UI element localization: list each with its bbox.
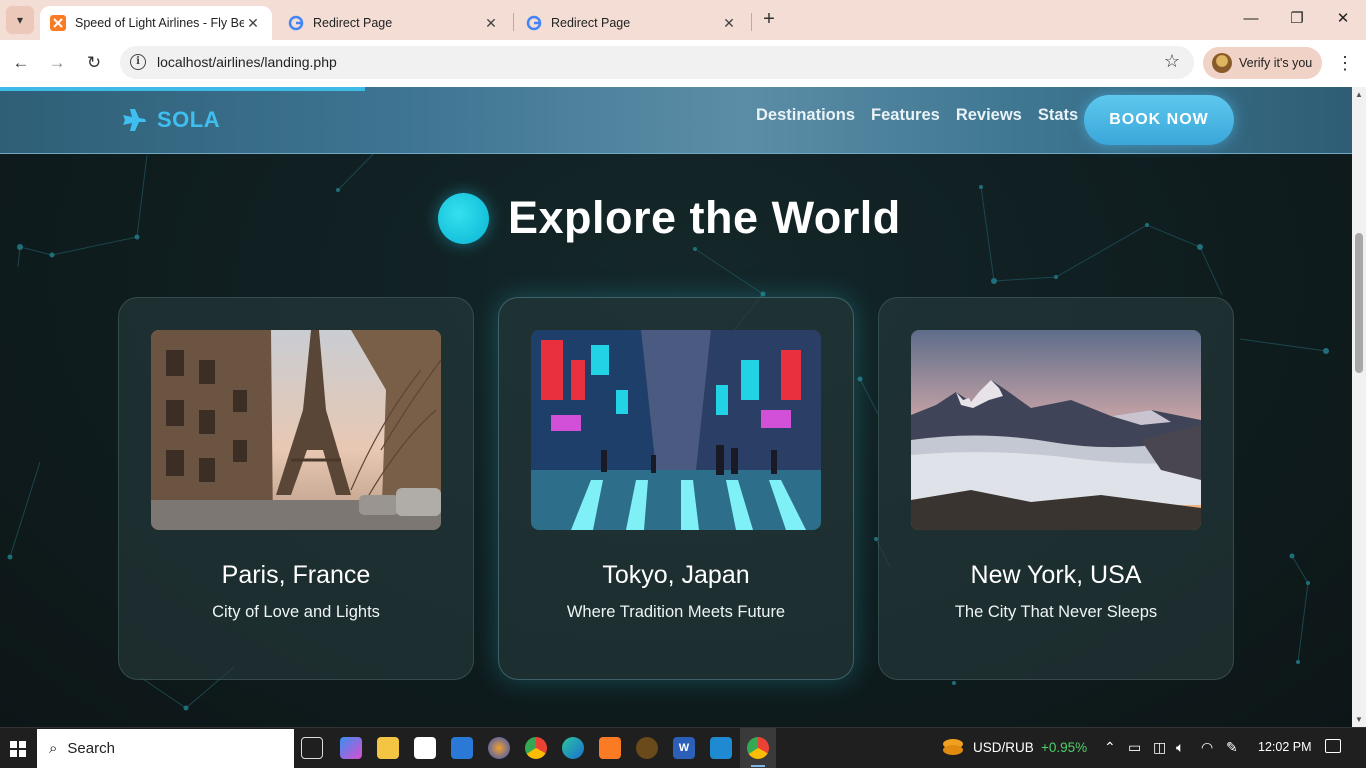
- scroll-up-icon[interactable]: ▲: [1355, 90, 1363, 99]
- wifi-icon[interactable]: ◠: [1201, 739, 1213, 756]
- scrollbar-thumb[interactable]: [1355, 233, 1363, 373]
- window-close-icon[interactable]: ✕: [1332, 8, 1354, 30]
- title-dot-icon: [438, 192, 489, 244]
- site-info-icon[interactable]: i: [130, 54, 146, 70]
- task-view-icon[interactable]: [301, 737, 323, 759]
- mountain-clouds-photo: [911, 330, 1201, 530]
- tray-chevron-up-icon[interactable]: ⌃: [1104, 739, 1116, 756]
- close-icon[interactable]: ✕: [244, 15, 262, 32]
- word-icon[interactable]: W: [673, 737, 695, 759]
- xampp-icon: [50, 15, 66, 31]
- tokyo-street-photo: [531, 330, 821, 530]
- destination-city: Tokyo, Japan: [602, 561, 750, 589]
- camera-icon[interactable]: ◫: [1153, 739, 1166, 756]
- chrome-icon[interactable]: [525, 737, 547, 759]
- notification-icon[interactable]: [1325, 739, 1341, 753]
- mail-icon[interactable]: [451, 737, 473, 759]
- chrome-active-icon[interactable]: [747, 737, 769, 767]
- tab-search-button[interactable]: ▾: [6, 6, 34, 34]
- url-text[interactable]: localhost/airlines/landing.php: [157, 54, 337, 70]
- destination-tagline: City of Love and Lights: [212, 603, 380, 621]
- tab-title: Redirect Page: [551, 16, 631, 30]
- close-icon[interactable]: ✕: [482, 15, 500, 32]
- reload-icon[interactable]: ↻: [81, 50, 107, 76]
- page-viewport: SOLA Destinations Features Reviews Stats…: [0, 87, 1352, 727]
- nav-link-stats[interactable]: Stats: [1038, 106, 1078, 125]
- pen-icon[interactable]: ✎: [1226, 739, 1238, 756]
- bookmark-star-icon[interactable]: ☆: [1164, 51, 1180, 72]
- search-label: Search: [67, 740, 115, 757]
- volume-icon[interactable]: 🔈︎: [1176, 739, 1184, 756]
- restore-icon[interactable]: ❐: [1286, 8, 1308, 30]
- nav-link-reviews[interactable]: Reviews: [956, 106, 1022, 125]
- tab-speed-of-light[interactable]: Speed of Light Airlines - Fly Bey ✕: [40, 6, 272, 40]
- eiffel-tower-photo: [151, 330, 441, 530]
- ticker-change[interactable]: +0.95%: [1041, 740, 1087, 755]
- profile-label: Verify it's you: [1239, 56, 1313, 70]
- ticker-label[interactable]: USD/RUB: [973, 740, 1034, 755]
- avatar: [1212, 53, 1232, 73]
- book-now-button[interactable]: BOOK NOW: [1084, 95, 1234, 145]
- microsoft-store-icon[interactable]: [414, 737, 436, 759]
- new-tab-button[interactable]: +: [758, 9, 780, 31]
- tab-redirect-page-2[interactable]: Redirect Page ✕: [516, 6, 748, 40]
- close-icon[interactable]: ✕: [720, 15, 738, 32]
- destination-tagline: The City That Never Sleeps: [954, 603, 1158, 621]
- tab-redirect-page-1[interactable]: Redirect Page ✕: [278, 6, 510, 40]
- google-icon: [288, 15, 304, 31]
- more-menu-icon[interactable]: ⋮: [1336, 52, 1354, 74]
- destination-card-new-york[interactable]: New York, USA The City That Never Sleeps: [878, 297, 1234, 680]
- destination-tagline: Where Tradition Meets Future: [566, 603, 786, 621]
- destination-city: New York, USA: [970, 561, 1142, 589]
- scroll-progress-fill: [0, 87, 366, 91]
- profile-button[interactable]: Verify it's you: [1203, 47, 1322, 79]
- minimize-icon[interactable]: —: [1240, 8, 1262, 30]
- battery-icon[interactable]: ▭: [1128, 739, 1141, 756]
- page-scrollbar[interactable]: ▲ ▼: [1352, 87, 1366, 727]
- firefox-icon[interactable]: [488, 737, 510, 759]
- nav-link-destinations[interactable]: Destinations: [756, 106, 855, 125]
- vscode-icon[interactable]: [710, 737, 732, 759]
- main-nav: Destinations Features Reviews Stats: [756, 106, 1094, 125]
- page-title: Explore the World: [508, 192, 901, 243]
- taskbar: ⌕ Search W USD/RUB +0.95% ⌃ ▭ ◫ 🔈︎ ◠ ✎ 1…: [0, 727, 1366, 768]
- tab-strip: ▾ Speed of Light Airlines - Fly Bey ✕ Re…: [0, 0, 1366, 40]
- copilot-icon[interactable]: [340, 737, 362, 759]
- site-header: SOLA Destinations Features Reviews Stats…: [0, 87, 1352, 154]
- stock-ticker-icon: [943, 739, 963, 755]
- taskbar-search-input[interactable]: ⌕ Search: [37, 729, 294, 768]
- file-explorer-icon[interactable]: [377, 737, 399, 759]
- address-bar[interactable]: i localhost/airlines/landing.php ☆: [120, 46, 1194, 79]
- search-icon: ⌕: [49, 740, 58, 757]
- logo-text: SOLA: [157, 107, 221, 132]
- nav-link-features[interactable]: Features: [871, 106, 940, 125]
- tab-separator: [513, 13, 514, 31]
- destination-city: Paris, France: [221, 561, 371, 589]
- scroll-progress-bar: [0, 87, 1352, 91]
- back-arrow-icon[interactable]: ←: [8, 50, 34, 76]
- chevron-down-icon: ▾: [16, 13, 24, 27]
- browser-toolbar: ← → ↻ i localhost/airlines/landing.php ☆…: [0, 40, 1366, 87]
- tab-title: Speed of Light Airlines - Fly Bey: [75, 16, 244, 30]
- destination-card-tokyo[interactable]: Tokyo, Japan Where Tradition Meets Futur…: [498, 297, 854, 680]
- destination-card-paris[interactable]: Paris, France City of Love and Lights: [118, 297, 474, 680]
- edge-icon[interactable]: [562, 737, 584, 759]
- security-shield-icon[interactable]: [636, 737, 658, 759]
- airplane-icon: [123, 109, 146, 131]
- scroll-down-icon[interactable]: ▼: [1355, 715, 1363, 724]
- clock[interactable]: 12:02 PM: [1258, 740, 1312, 754]
- site-logo[interactable]: SOLA: [120, 106, 220, 134]
- forward-arrow-icon[interactable]: →: [44, 50, 70, 76]
- tab-separator: [751, 13, 752, 31]
- windows-start-icon[interactable]: [10, 741, 26, 757]
- section-heading: Explore the World: [438, 192, 901, 244]
- tab-title: Redirect Page: [313, 16, 393, 30]
- google-icon: [526, 15, 542, 31]
- xampp-icon[interactable]: [599, 737, 621, 759]
